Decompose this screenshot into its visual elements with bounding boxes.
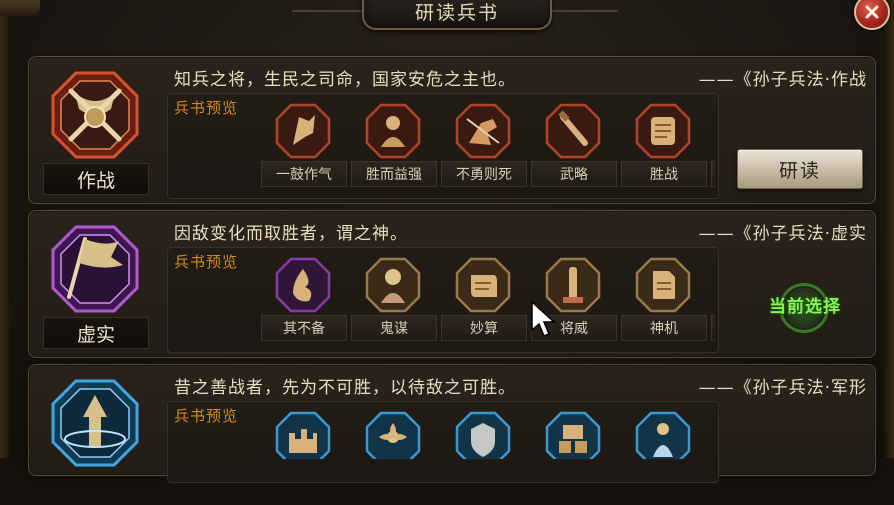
banner-icon (275, 103, 331, 159)
shield-icon (455, 411, 511, 459)
emblem-label-box: 虚实 (43, 317, 149, 349)
scroll-icon (455, 257, 511, 313)
skill-item[interactable]: 一鼓作气 (261, 99, 347, 193)
scroll-icon (635, 103, 691, 159)
skill-item[interactable]: 鬼谋 (351, 253, 437, 347)
book-card-junxing[interactable]: 昔之善战者，先为不可胜，以待敌之可胜。 ——《孙子兵法·军形 兵书预览 (28, 364, 876, 483)
frame-edge-left (0, 0, 10, 458)
book-card-xushi[interactable]: 虚实 因敌变化而取胜者，谓之神。 ——《孙子兵法·虚实 兵书预览 其不备 鬼谋 (28, 210, 876, 358)
preview-label: 兵书预览 (174, 253, 239, 271)
current-selection-label: 当前选择 (769, 296, 841, 317)
title-plate: 研读兵书 (362, 0, 552, 30)
skill-item[interactable]: 神机 (621, 253, 707, 347)
skill-name (711, 161, 715, 187)
fortress-emblem-icon (51, 379, 139, 467)
skill-item[interactable] (711, 99, 715, 193)
skill-item[interactable]: 占 (711, 253, 715, 347)
quote-text: 知兵之将，生民之司命，国家安危之主也。 (174, 70, 516, 90)
title-wing-right (548, 10, 618, 12)
quote-text: 昔之善战者，先为不可胜，以待敌之可胜。 (174, 378, 516, 398)
skill-name: 胜而益强 (351, 161, 437, 187)
skill-name: 鬼谋 (351, 315, 437, 341)
skill-item[interactable]: 胜战 (621, 99, 707, 193)
current-selection-status: 当前选择 (757, 283, 853, 333)
emblem[interactable]: 作战 (43, 67, 149, 197)
skill-item[interactable] (441, 407, 525, 459)
skills-row (261, 407, 715, 459)
quote-source: ——《孙子兵法·虚实 (698, 224, 867, 244)
quote-source: ——《孙子兵法·军形 (698, 378, 867, 398)
skill-name: 神机 (621, 315, 707, 341)
charging-soldier-icon (455, 103, 511, 159)
title-wing-left (292, 10, 362, 12)
fortress-icon (275, 411, 331, 459)
emblem-label-box: 作战 (43, 163, 149, 195)
skill-name: 其不备 (261, 315, 347, 341)
corner-ornament (0, 0, 40, 16)
war-flag-emblem-icon (51, 225, 139, 313)
preview-label: 兵书预览 (174, 407, 239, 425)
document-icon (635, 257, 691, 313)
skill-item[interactable] (621, 407, 705, 459)
skill-item[interactable]: 妙算 (441, 253, 527, 347)
frame-edge-right (884, 0, 894, 458)
mouse-cursor-icon (531, 300, 556, 337)
skill-name: 妙算 (441, 315, 527, 341)
maiden-icon (635, 411, 691, 459)
flower-icon (365, 411, 421, 459)
skills-row: 一鼓作气 胜而益强 不勇则死 武略 胜战 (261, 99, 715, 193)
emblem-label: 作战 (76, 169, 115, 192)
study-button-label: 研读 (778, 159, 821, 182)
skills-row: 其不备 鬼谋 妙算 将威 神机 (261, 253, 715, 347)
crossed-swords-emblem-icon (51, 71, 139, 159)
emblem-label: 虚实 (76, 323, 115, 346)
skill-name: 占 (711, 315, 715, 341)
skill-item[interactable]: 武略 (531, 99, 617, 193)
study-button[interactable]: 研读 (737, 149, 863, 189)
close-icon (865, 5, 879, 19)
strategist-icon (365, 257, 421, 313)
dialog-title: 研读兵书 (414, 1, 499, 24)
dialog-frame: 研读兵书 作战 知兵之将，生民之司命，国家安危之主也。 ——《孙子兵法·作战 兵… (0, 0, 894, 483)
skill-name: 不勇则死 (441, 161, 527, 187)
skill-item[interactable]: 其不备 (261, 253, 347, 347)
skill-name: 胜战 (621, 161, 707, 187)
cubes-icon (545, 411, 601, 459)
skill-item[interactable] (351, 407, 435, 459)
emblem[interactable]: 虚实 (43, 221, 149, 351)
preview-label: 兵书预览 (174, 99, 239, 117)
sword-icon (545, 103, 601, 159)
warrior-icon (365, 103, 421, 159)
skill-name: 武略 (531, 161, 617, 187)
skill-item[interactable] (531, 407, 615, 459)
quote-source: ——《孙子兵法·作战 (698, 70, 867, 90)
flame-icon (275, 257, 331, 313)
quote-text: 因敌变化而取胜者，谓之神。 (174, 224, 408, 244)
skill-item[interactable]: 胜而益强 (351, 99, 437, 193)
skill-item[interactable] (261, 407, 345, 459)
emblem[interactable] (43, 375, 147, 505)
skill-item[interactable]: 不勇则死 (441, 99, 527, 193)
skill-name: 一鼓作气 (261, 161, 347, 187)
skill-item[interactable] (711, 407, 715, 459)
book-card-zuozhan[interactable]: 作战 知兵之将，生民之司命，国家安危之主也。 ——《孙子兵法·作战 兵书预览 一… (28, 56, 876, 204)
